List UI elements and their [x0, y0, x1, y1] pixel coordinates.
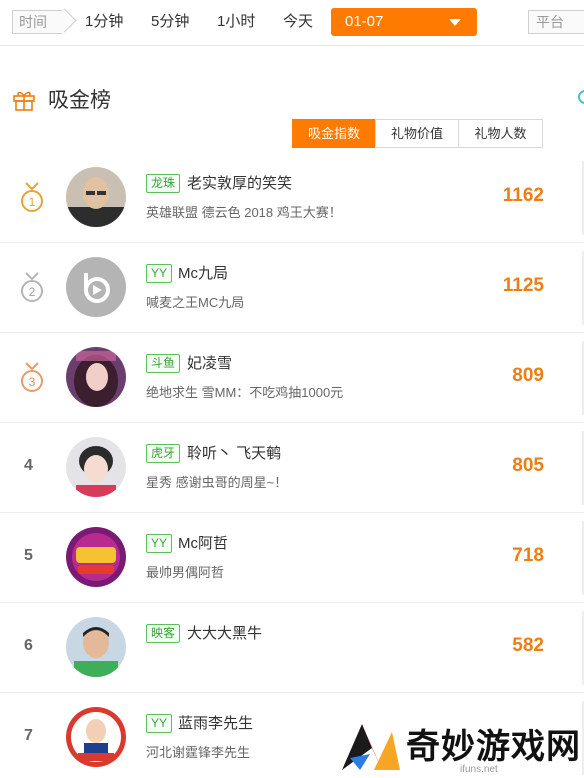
- avatar[interactable]: [66, 617, 126, 677]
- tab-gold-index[interactable]: 吸金指数: [292, 119, 376, 148]
- room-title: 星秀 感谢虫哥的周星~！: [146, 475, 288, 490]
- anchor-name[interactable]: Mc九局: [178, 263, 228, 285]
- score: 718: [512, 545, 544, 566]
- page-title: 吸金榜: [48, 89, 111, 112]
- filter-bar: 时间 1分钟 5分钟 1小时 今天 01-07 平台: [0, 0, 584, 46]
- cropped-ring-icon: [578, 90, 584, 104]
- gift-icon: [13, 91, 35, 111]
- rank-number: 4: [24, 457, 33, 474]
- platform-badge: 虎牙: [146, 444, 181, 463]
- ranking-row[interactable]: 1 龙珠 老实敦厚的笑笑 英雄联盟 德云色 2018 鸡王大赛！ 1162: [0, 153, 584, 243]
- sort-tabs: 吸金指数 礼物价值 礼物人数: [292, 119, 543, 148]
- platform-badge: YY: [146, 534, 173, 553]
- ranking-row[interactable]: 6 映客 大大大黑牛 582: [0, 603, 584, 693]
- svg-text:1: 1: [29, 195, 36, 209]
- avatar[interactable]: [66, 437, 126, 497]
- anchor-name[interactable]: 大大大黑牛: [187, 623, 262, 645]
- ranking-row[interactable]: 3 斗鱼 妃凌雪 绝地求生 雪MM：不吃鸡抽1000元 809: [0, 333, 584, 423]
- rank-number: 6: [24, 637, 33, 654]
- room-title: 英雄联盟 德云色 2018 鸡王大赛！: [146, 205, 342, 220]
- range-tab-5min[interactable]: 5分钟: [151, 10, 189, 34]
- watermark-logo-icon: [342, 724, 400, 770]
- date-select-value: 01-07: [345, 13, 384, 30]
- medal-silver-icon: 2: [21, 272, 43, 302]
- watermark-url: ifuns.net: [460, 764, 498, 775]
- ranking-row[interactable]: 4 虎牙 聆听丶 飞天鹌 星秀 感谢虫哥的周星~！ 805: [0, 423, 584, 513]
- room-title: 喊麦之王MC九局: [146, 295, 245, 310]
- platform-badge: 映客: [146, 624, 181, 643]
- platform-badge: YY: [146, 714, 173, 733]
- svg-text:2: 2: [29, 285, 36, 299]
- anchor-name[interactable]: Mc阿哲: [178, 533, 228, 555]
- room-title: 河北谢霆锋李先生: [146, 745, 251, 760]
- caret-down-icon: [449, 19, 461, 26]
- avatar[interactable]: [66, 347, 126, 407]
- score: 582: [512, 635, 544, 656]
- ranking-row[interactable]: 2 YY Mc九局 喊麦之王MC九局 1125: [0, 243, 584, 333]
- avatar[interactable]: [66, 167, 126, 227]
- rank-number: 7: [24, 727, 33, 744]
- platform-filter-label: 平台: [528, 10, 584, 34]
- platform-badge: 斗鱼: [146, 354, 181, 373]
- avatar[interactable]: [66, 707, 126, 767]
- svg-text:3: 3: [29, 375, 36, 389]
- score: 1125: [502, 275, 544, 296]
- tab-gift-value[interactable]: 礼物价值: [375, 119, 459, 148]
- anchor-name[interactable]: 聆听丶 飞天鹌: [187, 443, 281, 465]
- score: 805: [512, 455, 544, 476]
- range-tab-1min[interactable]: 1分钟: [85, 10, 123, 34]
- anchor-name[interactable]: 蓝雨李先生: [178, 713, 253, 735]
- site-watermark: 奇妙游戏网 ifuns.net: [340, 716, 584, 778]
- rank-number: 5: [24, 547, 33, 564]
- date-select[interactable]: 01-07: [331, 8, 477, 36]
- medal-gold-icon: 1: [21, 182, 43, 212]
- avatar[interactable]: [66, 257, 126, 317]
- watermark-text: 奇妙游戏网: [406, 727, 581, 767]
- tab-gift-count[interactable]: 礼物人数: [458, 119, 543, 148]
- score: 809: [512, 365, 544, 386]
- avatar[interactable]: [66, 527, 126, 587]
- medal-bronze-icon: 3: [21, 362, 43, 392]
- ranking-row[interactable]: 5 YY Mc阿哲 最帅男偶阿哲 718: [0, 513, 584, 603]
- room-title: 最帅男偶阿哲: [146, 565, 225, 580]
- room-title: 绝地求生 雪MM：不吃鸡抽1000元: [146, 385, 344, 400]
- anchor-name[interactable]: 妃凌雪: [187, 353, 232, 375]
- range-tab-1hour[interactable]: 1小时: [217, 10, 255, 34]
- score: 1162: [502, 185, 544, 206]
- range-tab-today[interactable]: 今天: [283, 10, 313, 34]
- platform-badge: 龙珠: [146, 174, 181, 193]
- platform-badge: YY: [146, 264, 173, 283]
- anchor-name[interactable]: 老实敦厚的笑笑: [187, 173, 292, 195]
